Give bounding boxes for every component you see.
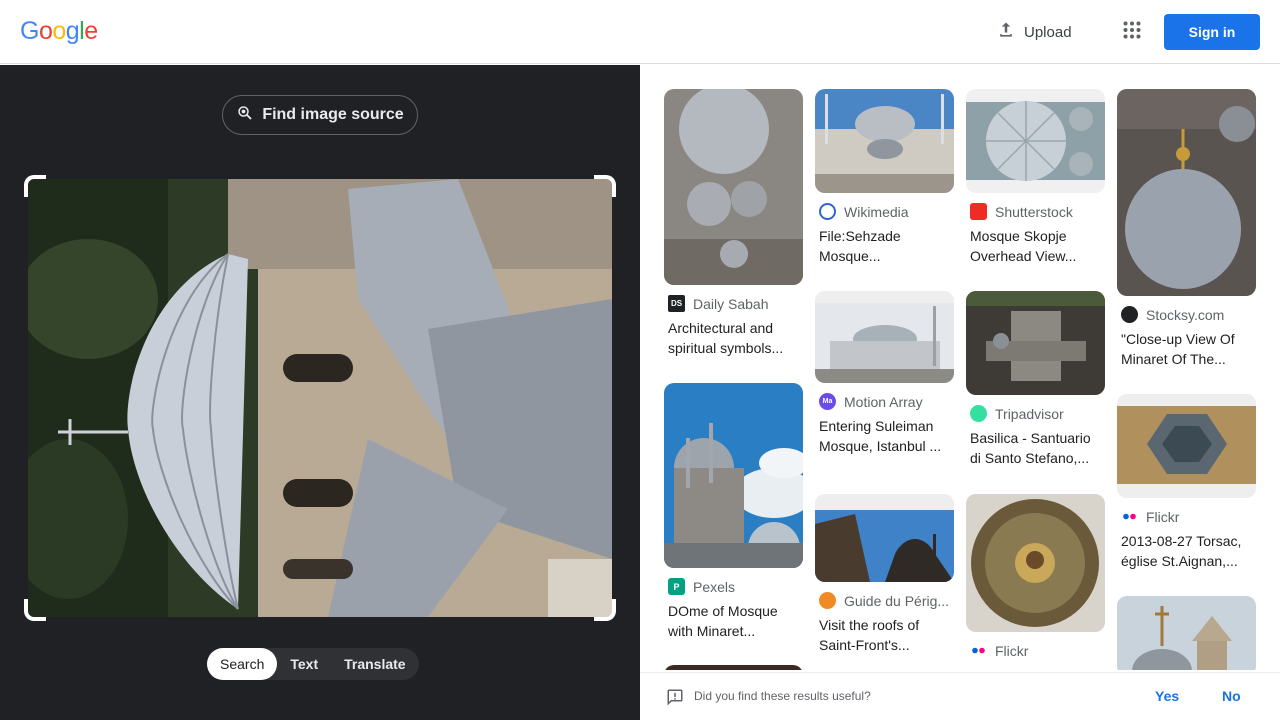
apps-grid-icon <box>1123 21 1141 44</box>
google-logo[interactable]: Google <box>20 17 98 46</box>
result-source: Stocksy.com <box>1117 306 1256 323</box>
result-card[interactable]: Ma Motion Array Entering Suleiman Mosque… <box>815 291 954 456</box>
lens-image-panel: Find image source Search Text Translate <box>0 65 640 720</box>
result-card[interactable] <box>664 665 803 670</box>
crop-handle-bottom-left[interactable] <box>24 599 46 621</box>
visual-matches-grid: DS Daily Sabah Architectural and spiritu… <box>640 65 1280 670</box>
result-title: 2013-08-27 Torsac, église St.Aignan,... <box>1121 533 1242 569</box>
result-source-name: Motion Array <box>844 393 923 410</box>
logo-letter: e <box>84 17 98 45</box>
pexels-icon: P <box>668 578 685 595</box>
lens-mode-tabs: Search Text Translate <box>207 648 419 680</box>
result-source: Guide du Périg... <box>815 592 954 609</box>
logo-letter: G <box>20 17 39 45</box>
logo-letter: o <box>38 17 53 45</box>
result-title: Visit the roofs of Saint-Front's... <box>819 617 920 653</box>
result-thumbnail <box>664 383 803 568</box>
logo-letter: g <box>65 17 80 45</box>
result-source-name: Pexels <box>693 578 736 595</box>
flickr-icon <box>970 642 987 659</box>
sign-in-button[interactable]: Sign in <box>1164 14 1260 50</box>
result-source: Flickr <box>1117 508 1256 525</box>
guide-perigord-icon <box>819 592 836 609</box>
logo-letter: o <box>52 17 66 45</box>
result-card[interactable]: Wikimedia File:Sehzade Mosque... <box>815 89 954 266</box>
result-thumbnail <box>815 89 954 193</box>
result-thumbnail <box>966 291 1105 395</box>
result-source: P Pexels <box>664 578 803 595</box>
result-card[interactable]: DS Daily Sabah Architectural and spiritu… <box>664 89 803 358</box>
result-source-name: Guide du Périg... <box>844 592 950 609</box>
wikimedia-icon <box>819 203 836 220</box>
top-bar: Google Upload Sign in <box>0 0 1280 64</box>
result-thumbnail <box>966 89 1105 193</box>
result-thumbnail <box>966 494 1105 632</box>
result-thumbnail <box>1117 596 1256 670</box>
feedback-bar: Did you find these results useful? Yes N… <box>640 672 1280 720</box>
stocksy-icon <box>1121 306 1138 323</box>
feedback-yes-button[interactable]: Yes <box>1155 688 1179 704</box>
result-card[interactable]: Flickr 2013-08-27 Torsac, église St.Aign… <box>1117 394 1256 571</box>
result-title: Mosque Skopje Overhead View... <box>970 228 1077 264</box>
result-card[interactable]: Shutterstock Mosque Skopje Overhead View… <box>966 89 1105 266</box>
result-thumbnail <box>664 89 803 285</box>
find-image-source-label: Find image source <box>262 106 404 123</box>
daily-sabah-icon: DS <box>668 295 685 312</box>
feedback-no-button[interactable]: No <box>1222 688 1241 704</box>
tripadvisor-icon <box>970 405 987 422</box>
result-title: "Close-up View Of Minaret Of The... <box>1121 331 1235 367</box>
upload-label: Upload <box>1024 23 1072 41</box>
result-title: Architectural and spiritual symbols... <box>668 320 784 356</box>
tab-text[interactable]: Text <box>277 648 331 680</box>
tab-translate[interactable]: Translate <box>331 648 418 680</box>
upload-icon <box>996 20 1016 44</box>
result-title: Basilica - Santuario di Santo Stefano,..… <box>970 430 1091 466</box>
result-source-name: Wikimedia <box>844 203 909 220</box>
crop-handle-bottom-right[interactable] <box>594 599 616 621</box>
flickr-icon <box>1121 508 1138 525</box>
result-source: Wikimedia <box>815 203 954 220</box>
result-source-name: Flickr <box>1146 508 1180 525</box>
result-card[interactable] <box>1117 596 1256 670</box>
apps-grid-button[interactable] <box>1116 16 1148 48</box>
result-source-name: Flickr <box>995 642 1029 659</box>
result-title: File:Sehzade Mosque... <box>819 228 901 264</box>
result-card[interactable]: Guide du Périg... Visit the roofs of Sai… <box>815 494 954 655</box>
result-source: Flickr <box>966 642 1105 659</box>
motion-array-icon: Ma <box>819 393 836 410</box>
result-source-name: Tripadvisor <box>995 405 1064 422</box>
result-source-name: Shutterstock <box>995 203 1073 220</box>
result-source: Tripadvisor <box>966 405 1105 422</box>
result-source: Ma Motion Array <box>815 393 954 410</box>
result-card[interactable]: Stocksy.com "Close-up View Of Minaret Of… <box>1117 89 1256 369</box>
result-thumbnail <box>815 494 954 582</box>
result-thumbnail <box>1117 89 1256 296</box>
shutterstock-icon <box>970 203 987 220</box>
query-image <box>28 179 612 617</box>
result-card[interactable]: Tripadvisor Basilica - Santuario di Sant… <box>966 291 1105 468</box>
lens-search-icon <box>236 104 254 127</box>
result-thumbnail <box>664 665 803 670</box>
result-thumbnail <box>1117 394 1256 498</box>
tab-search[interactable]: Search <box>207 648 278 680</box>
feedback-question: Did you find these results useful? <box>694 689 871 703</box>
result-source-name: Daily Sabah <box>693 295 769 312</box>
result-card[interactable]: Flickr <box>966 494 1105 659</box>
result-source-name: Stocksy.com <box>1146 306 1225 323</box>
find-image-source-button[interactable]: Find image source <box>222 95 418 135</box>
result-thumbnail <box>815 291 954 383</box>
result-source: Shutterstock <box>966 203 1105 220</box>
result-title: DOme of Mosque with Minaret... <box>668 603 778 639</box>
crop-handle-top-left[interactable] <box>24 175 46 197</box>
crop-handle-top-right[interactable] <box>594 175 616 197</box>
result-card[interactable]: P Pexels DOme of Mosque with Minaret... <box>664 383 803 641</box>
result-title: Entering Suleiman Mosque, Istanbul ... <box>819 418 942 454</box>
upload-button[interactable]: Upload <box>988 16 1080 48</box>
feedback-icon <box>666 688 684 711</box>
result-source: DS Daily Sabah <box>664 295 803 312</box>
crop-selection[interactable] <box>24 175 616 621</box>
